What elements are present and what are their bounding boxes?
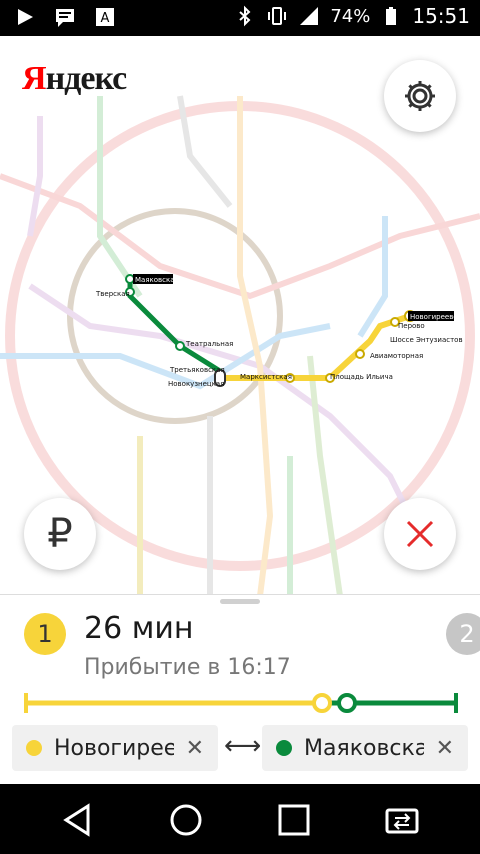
settings-button[interactable]: [384, 60, 456, 132]
light-green-line: [97, 96, 143, 298]
reset-route-button[interactable]: [384, 498, 456, 570]
battery-icon: [386, 7, 397, 25]
vibrate-icon: [268, 7, 287, 25]
bluetooth-icon: [239, 5, 251, 27]
route-progress-bar: [24, 693, 458, 713]
signal-icon: [300, 7, 319, 25]
route-duration: 26 мин: [84, 611, 194, 646]
clear-to-icon[interactable]: ✕: [436, 736, 454, 761]
clock: 15:51: [412, 4, 470, 28]
arrival-time: Прибытие в 16:17: [84, 655, 291, 680]
olive-line: [307, 355, 343, 596]
light-blue-line: [357, 216, 388, 338]
to-station-chip[interactable]: Маяковская ✕: [262, 725, 468, 771]
metro-map[interactable]: Маяковская Тверская Театральная Третьяко…: [0, 36, 480, 596]
text-app-icon: A: [96, 8, 114, 26]
screen-switch-icon[interactable]: [384, 802, 420, 838]
label-mayakovskaya: Маяковская: [135, 276, 179, 284]
route-option-1-badge[interactable]: 1: [24, 613, 66, 655]
station-mayakovskaya: [125, 274, 135, 284]
label-novokuznetskaya: Новокузнецкая: [168, 380, 224, 388]
label-ploshchad-ilyicha: Площадь Ильича: [330, 373, 393, 381]
status-bar: A 74% 15:51: [0, 0, 480, 36]
yandex-logo: Яндекс: [22, 60, 127, 97]
from-station-chip[interactable]: Новогиреево ✕: [12, 725, 218, 771]
label-aviamotornaya: Авиамоторная: [370, 352, 423, 360]
ruble-icon: ₽: [47, 511, 73, 557]
battery-percent: 74%: [330, 5, 371, 27]
green-line-dot: [276, 740, 292, 756]
fare-button[interactable]: ₽: [24, 498, 96, 570]
transfer-point-green: [337, 693, 357, 713]
label-shosse-entuziastov: Шоссе Энтузиастов: [390, 336, 463, 344]
play-store-icon: [18, 9, 33, 25]
back-icon[interactable]: [60, 802, 96, 838]
transfer-point-yellow: [312, 693, 332, 713]
sheet-drag-handle[interactable]: [220, 599, 260, 604]
svg-text:A: A: [101, 11, 110, 26]
swap-stations-icon[interactable]: ⟷: [224, 731, 261, 761]
message-icon: [56, 9, 74, 27]
gear-icon: [405, 81, 435, 111]
yellow-line-dot: [26, 740, 42, 756]
recents-icon[interactable]: [276, 802, 312, 838]
label-perovo: Перово: [398, 322, 425, 330]
label-tretyakovskaya: Третьяковская: [169, 366, 225, 374]
from-station-label: Новогиреево: [54, 735, 174, 761]
label-tverskaya: Тверская: [95, 290, 130, 298]
close-icon: [406, 520, 434, 548]
label-teatralnaya: Театральная: [185, 340, 233, 348]
station-teatralnaya: [175, 341, 185, 351]
station-aviamotornaya: [355, 349, 365, 359]
to-station-label: Маяковская: [304, 735, 424, 761]
label-novogireevo: Новогиреево: [410, 313, 458, 321]
home-icon[interactable]: [168, 802, 204, 838]
system-nav-bar: [0, 784, 480, 854]
route-sheet[interactable]: 1 26 мин Прибытие в 16:17 2 Новогиреево …: [0, 594, 480, 785]
label-marksistskaya: Марксистская: [240, 373, 292, 381]
clear-from-icon[interactable]: ✕: [186, 736, 204, 761]
route-option-2-badge[interactable]: 2: [446, 613, 480, 655]
